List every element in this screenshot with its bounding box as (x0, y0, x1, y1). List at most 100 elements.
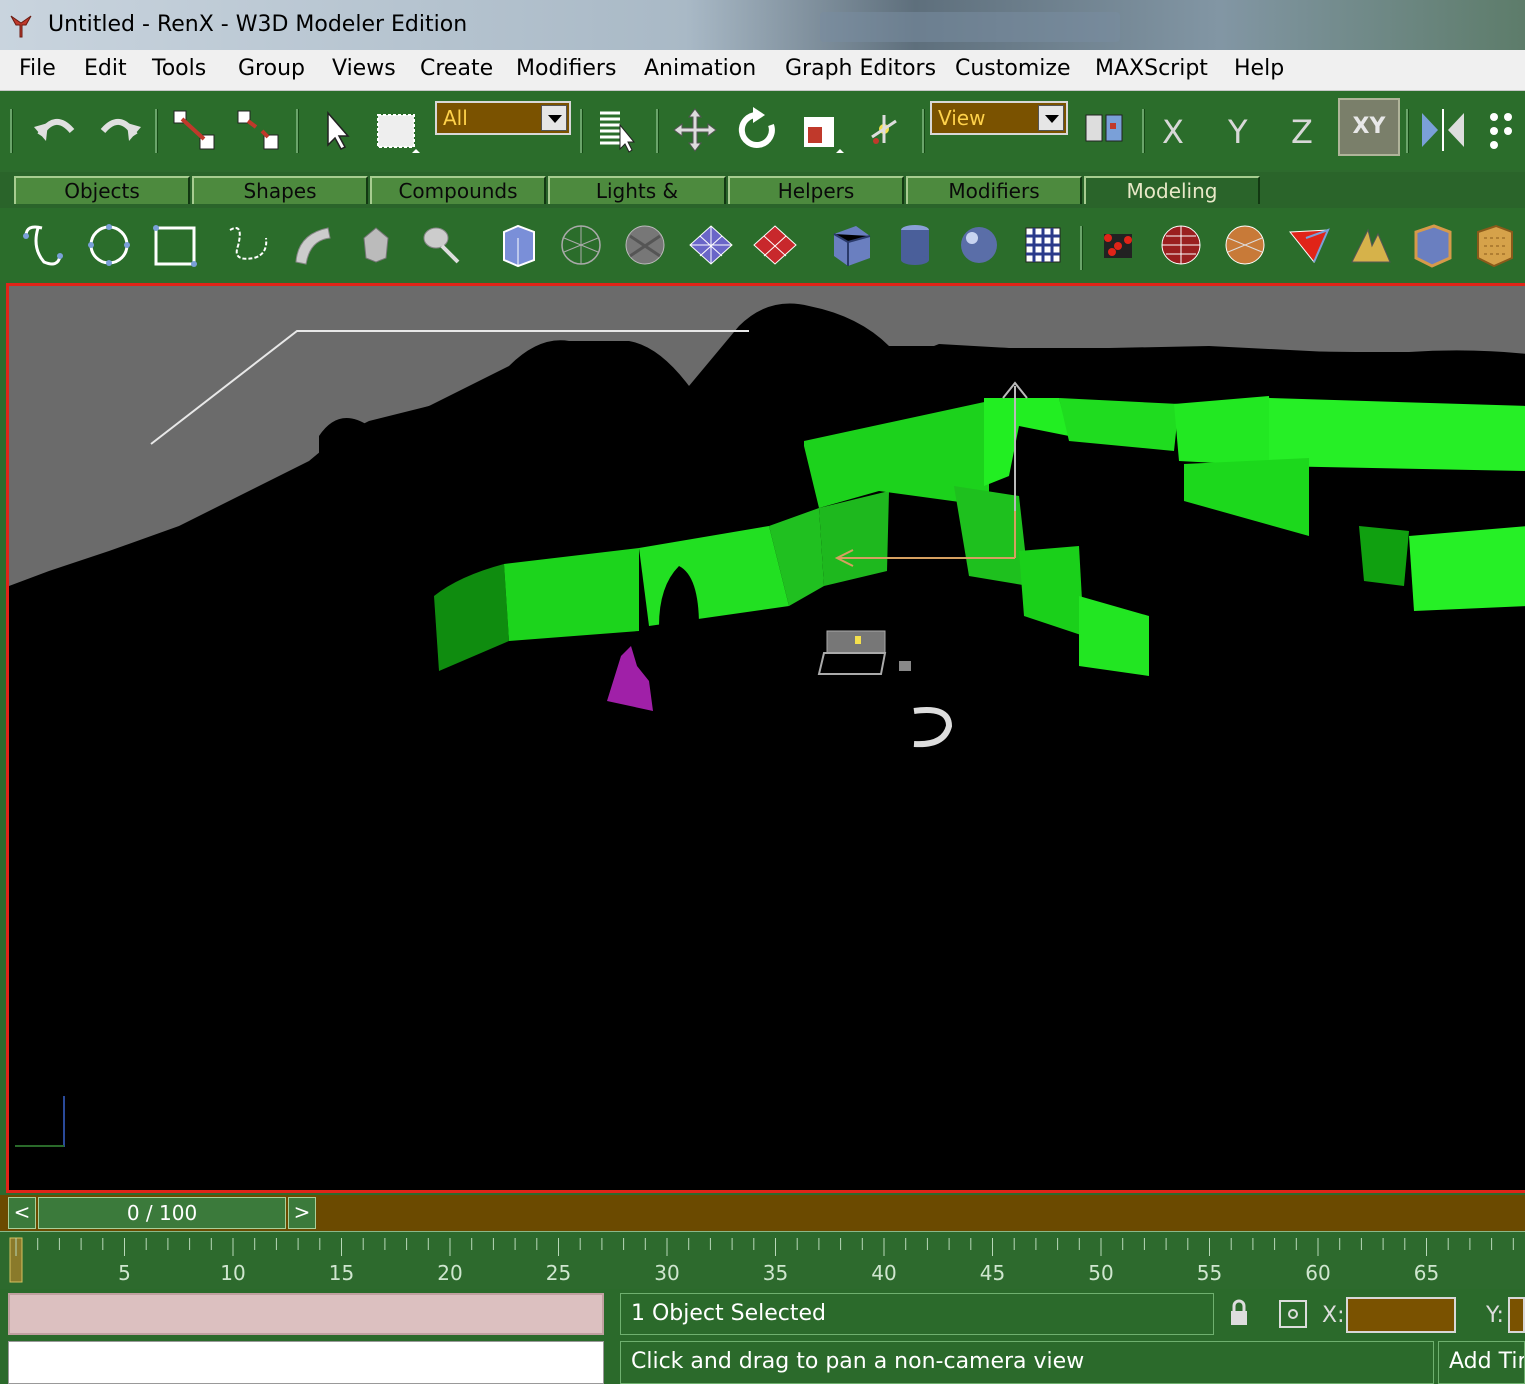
select-and-rotate-icon[interactable] (733, 105, 783, 155)
rectangular-selection-icon[interactable] (372, 105, 422, 155)
mesh-select-icon[interactable] (750, 218, 800, 272)
tab-lights-cameras[interactable]: Lights & Cameras (548, 176, 726, 229)
add-time-tag-button[interactable]: Add Tim (1438, 1341, 1525, 1384)
menu-tools[interactable]: Tools (152, 56, 206, 81)
box-object-icon[interactable] (494, 218, 544, 272)
menu-edit[interactable]: Edit (84, 56, 127, 81)
time-slider-bar: < 0 / 100 > (0, 1195, 1525, 1231)
tab-modifiers[interactable]: Modifiers (906, 176, 1082, 204)
command-tabs: Objects Shapes Compounds Lights & Camera… (0, 172, 1525, 229)
app-icon (10, 15, 32, 38)
track-tick-label: 60 (1305, 1261, 1330, 1285)
geosphere-wire-icon[interactable] (556, 218, 606, 272)
undo-icon[interactable] (30, 105, 80, 155)
maxscript-listener-mini[interactable] (8, 1293, 604, 1335)
track-tick-label: 5 (118, 1261, 131, 1285)
lock-selection-icon[interactable] (1228, 1299, 1250, 1329)
background-taskbar-blur (820, 12, 1120, 42)
extrude-spline-icon[interactable] (288, 218, 338, 272)
track-tick-label: 10 (220, 1261, 245, 1285)
menu-modifiers[interactable]: Modifiers (516, 56, 616, 81)
chevron-down-icon[interactable] (541, 105, 567, 131)
select-object-icon[interactable] (312, 105, 362, 155)
perspective-viewport[interactable] (6, 283, 1525, 1193)
menu-views[interactable]: Views (332, 56, 396, 81)
maxscript-input[interactable] (8, 1341, 604, 1384)
unlink-selection-icon[interactable] (234, 105, 284, 155)
track-tick-label: 65 (1414, 1261, 1439, 1285)
displace-icon[interactable] (1346, 218, 1396, 272)
menu-animation[interactable]: Animation (644, 56, 756, 81)
material-box-icon[interactable] (1470, 218, 1520, 272)
select-and-move-icon[interactable] (670, 105, 720, 155)
restrict-to-y-button[interactable]: Y (1228, 113, 1248, 151)
restrict-to-xy-button[interactable]: XY (1338, 98, 1400, 156)
lathe-icon[interactable] (352, 218, 402, 272)
box-modifier-icon[interactable] (1408, 218, 1458, 272)
sphere-primitive-icon[interactable] (954, 218, 1004, 272)
track-tick-label: 20 (437, 1261, 462, 1285)
track-tick-label: 35 (763, 1261, 788, 1285)
cylinder-primitive-icon[interactable] (890, 218, 940, 272)
bevel-icon[interactable] (414, 218, 464, 272)
use-pivot-point-icon[interactable] (1080, 105, 1130, 155)
line-spline-icon[interactable] (18, 218, 68, 272)
menu-group[interactable]: Group (238, 56, 305, 81)
reference-coordinate-value: View (938, 106, 986, 130)
menu-help[interactable]: Help (1234, 56, 1284, 81)
track-tick-label: 15 (329, 1261, 354, 1285)
prev-frame-button[interactable]: < (8, 1197, 36, 1229)
prompt-line: Click and drag to pan a non-camera view (620, 1341, 1434, 1384)
tab-modeling[interactable]: Modeling (1084, 176, 1260, 204)
edit-spline-icon[interactable] (224, 218, 274, 272)
tab-shapes[interactable]: Shapes (192, 176, 368, 204)
title-bar: Untitled - RenX - W3D Modeler Edition (0, 0, 1525, 50)
redo-icon[interactable] (95, 105, 145, 155)
uvw-map-icon[interactable] (1284, 218, 1334, 272)
restrict-to-x-button[interactable]: X (1162, 113, 1184, 151)
track-tick-label: 40 (871, 1261, 896, 1285)
faceted-sphere-icon[interactable] (620, 218, 670, 272)
selection-filter-dropdown[interactable]: All (435, 101, 571, 135)
selection-filter-value: All (443, 106, 468, 130)
track-tick-label: 55 (1197, 1261, 1222, 1285)
tab-helpers[interactable]: Helpers (728, 176, 904, 204)
tab-objects[interactable]: Objects (14, 176, 190, 204)
selection-status: 1 Object Selected (620, 1293, 1214, 1335)
texture-sphere-icon[interactable] (1220, 218, 1270, 272)
select-and-scale-icon[interactable] (796, 105, 846, 155)
menu-graph-editors[interactable]: Graph Editors (785, 56, 936, 81)
plane-grid-icon[interactable] (686, 218, 736, 272)
mirror-icon[interactable] (1418, 105, 1468, 155)
y-coord-label: Y: (1486, 1303, 1504, 1328)
window-title: Untitled - RenX - W3D Modeler Edition (48, 12, 468, 37)
restrict-to-z-button[interactable]: Z (1291, 113, 1313, 151)
next-frame-button[interactable]: > (288, 1197, 316, 1229)
x-coord-field[interactable] (1346, 1297, 1456, 1333)
menu-bar: File Edit Tools Group Views Create Modif… (0, 50, 1525, 91)
grid-plane-icon[interactable] (1018, 218, 1068, 272)
tab-compounds[interactable]: Compounds (370, 176, 546, 204)
y-coord-field[interactable] (1508, 1297, 1525, 1333)
sphere-wire-icon[interactable] (1156, 218, 1206, 272)
modeling-toolbar (0, 208, 1525, 282)
rectangle-spline-icon[interactable] (150, 218, 200, 272)
chevron-down-icon[interactable] (1038, 105, 1064, 131)
absolute-mode-icon[interactable] (1278, 1299, 1308, 1329)
menu-customize[interactable]: Customize (955, 56, 1070, 81)
pivot-center-icon[interactable] (858, 105, 908, 155)
reference-coordinate-dropdown[interactable]: View (930, 101, 1068, 135)
time-slider[interactable]: 0 / 100 (38, 1197, 286, 1229)
status-bar: 1 Object Selected X: Y: Click and drag t… (0, 1289, 1525, 1384)
track-bar[interactable]: 5 10 15 20 25 30 35 40 45 50 55 60 65 (0, 1231, 1525, 1290)
circle-spline-icon[interactable] (84, 218, 134, 272)
menu-file[interactable]: File (19, 56, 56, 81)
track-tick-label: 30 (654, 1261, 679, 1285)
cube-primitive-icon[interactable] (826, 218, 876, 272)
array-icon[interactable] (1478, 105, 1525, 155)
select-and-link-icon[interactable] (170, 105, 220, 155)
menu-maxscript[interactable]: MAXScript (1095, 56, 1208, 81)
vertex-select-icon[interactable] (1094, 218, 1144, 272)
select-by-name-icon[interactable] (592, 105, 642, 155)
menu-create[interactable]: Create (420, 56, 493, 81)
